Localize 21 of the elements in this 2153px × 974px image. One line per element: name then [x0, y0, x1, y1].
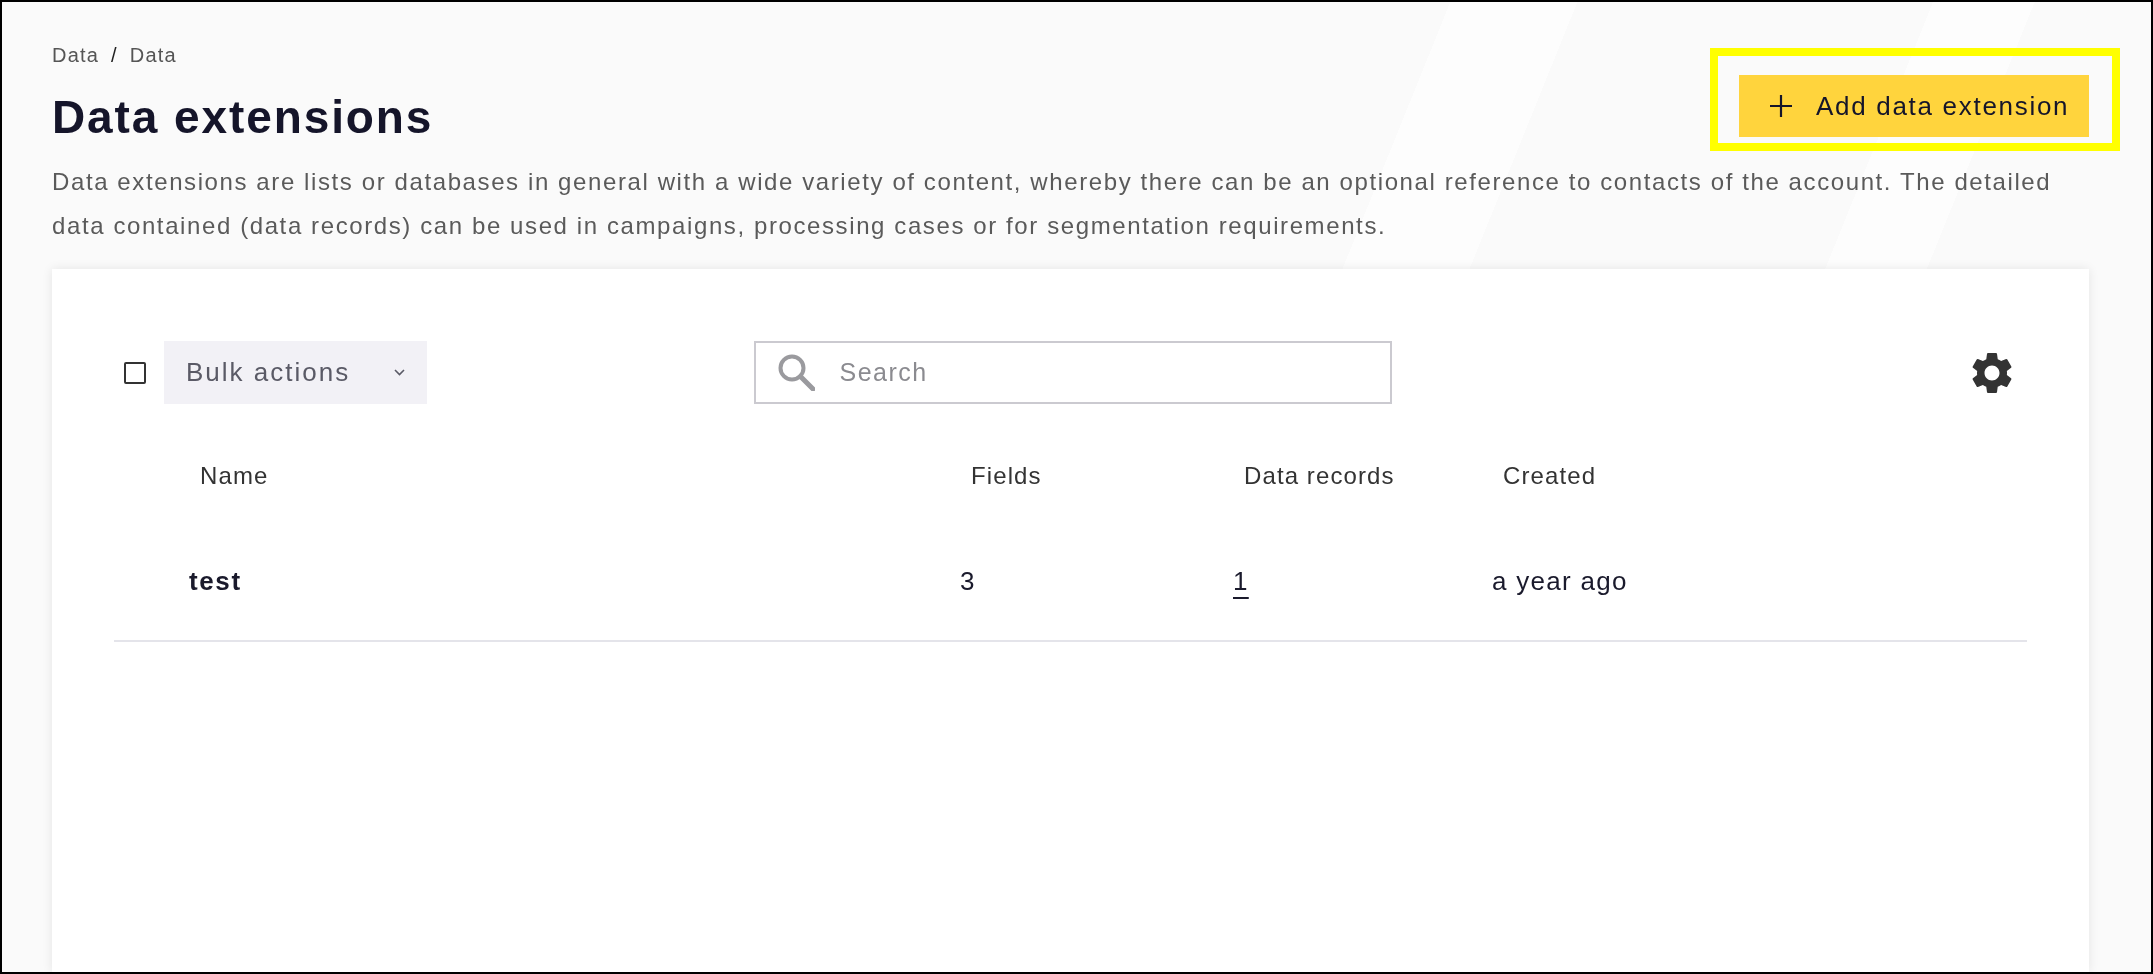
- select-all-checkbox[interactable]: [124, 361, 146, 384]
- table-cell: test: [189, 566, 242, 597]
- breadcrumb-separator: /: [111, 44, 118, 66]
- settings-icon[interactable]: [1972, 352, 2012, 393]
- page-description: Data extensions are lists or databases in general with a wide variety of content, whereby there can be an optional reference to contacts of the account. The detailed data contained (data records) can be used in campaigns, processing cases or for segmentation requirements.: [52, 167, 2053, 241]
- column-header: Data records: [1243, 462, 1395, 490]
- bulk-actions-dropdown[interactable]: Bulk actions: [164, 341, 427, 404]
- table-cell: 3: [960, 566, 976, 597]
- breadcrumb-link[interactable]: Data: [52, 44, 100, 66]
- search-field[interactable]: Search: [753, 341, 1392, 404]
- page-title: Data extensions: [52, 92, 434, 142]
- plus-icon: [1770, 95, 1792, 117]
- breadcrumb-link[interactable]: Data: [129, 44, 177, 66]
- column-header: Fields: [970, 462, 1042, 490]
- table-cell: a year ago: [1492, 566, 1628, 597]
- search-icon: [777, 354, 815, 391]
- column-header: Created: [1502, 462, 1597, 490]
- data-records-link[interactable]: 1: [1233, 566, 1249, 597]
- add-data-extension-button[interactable]: Add data extension: [1739, 75, 2089, 137]
- column-header: Name: [199, 462, 269, 490]
- chevron-down-icon: [394, 369, 405, 376]
